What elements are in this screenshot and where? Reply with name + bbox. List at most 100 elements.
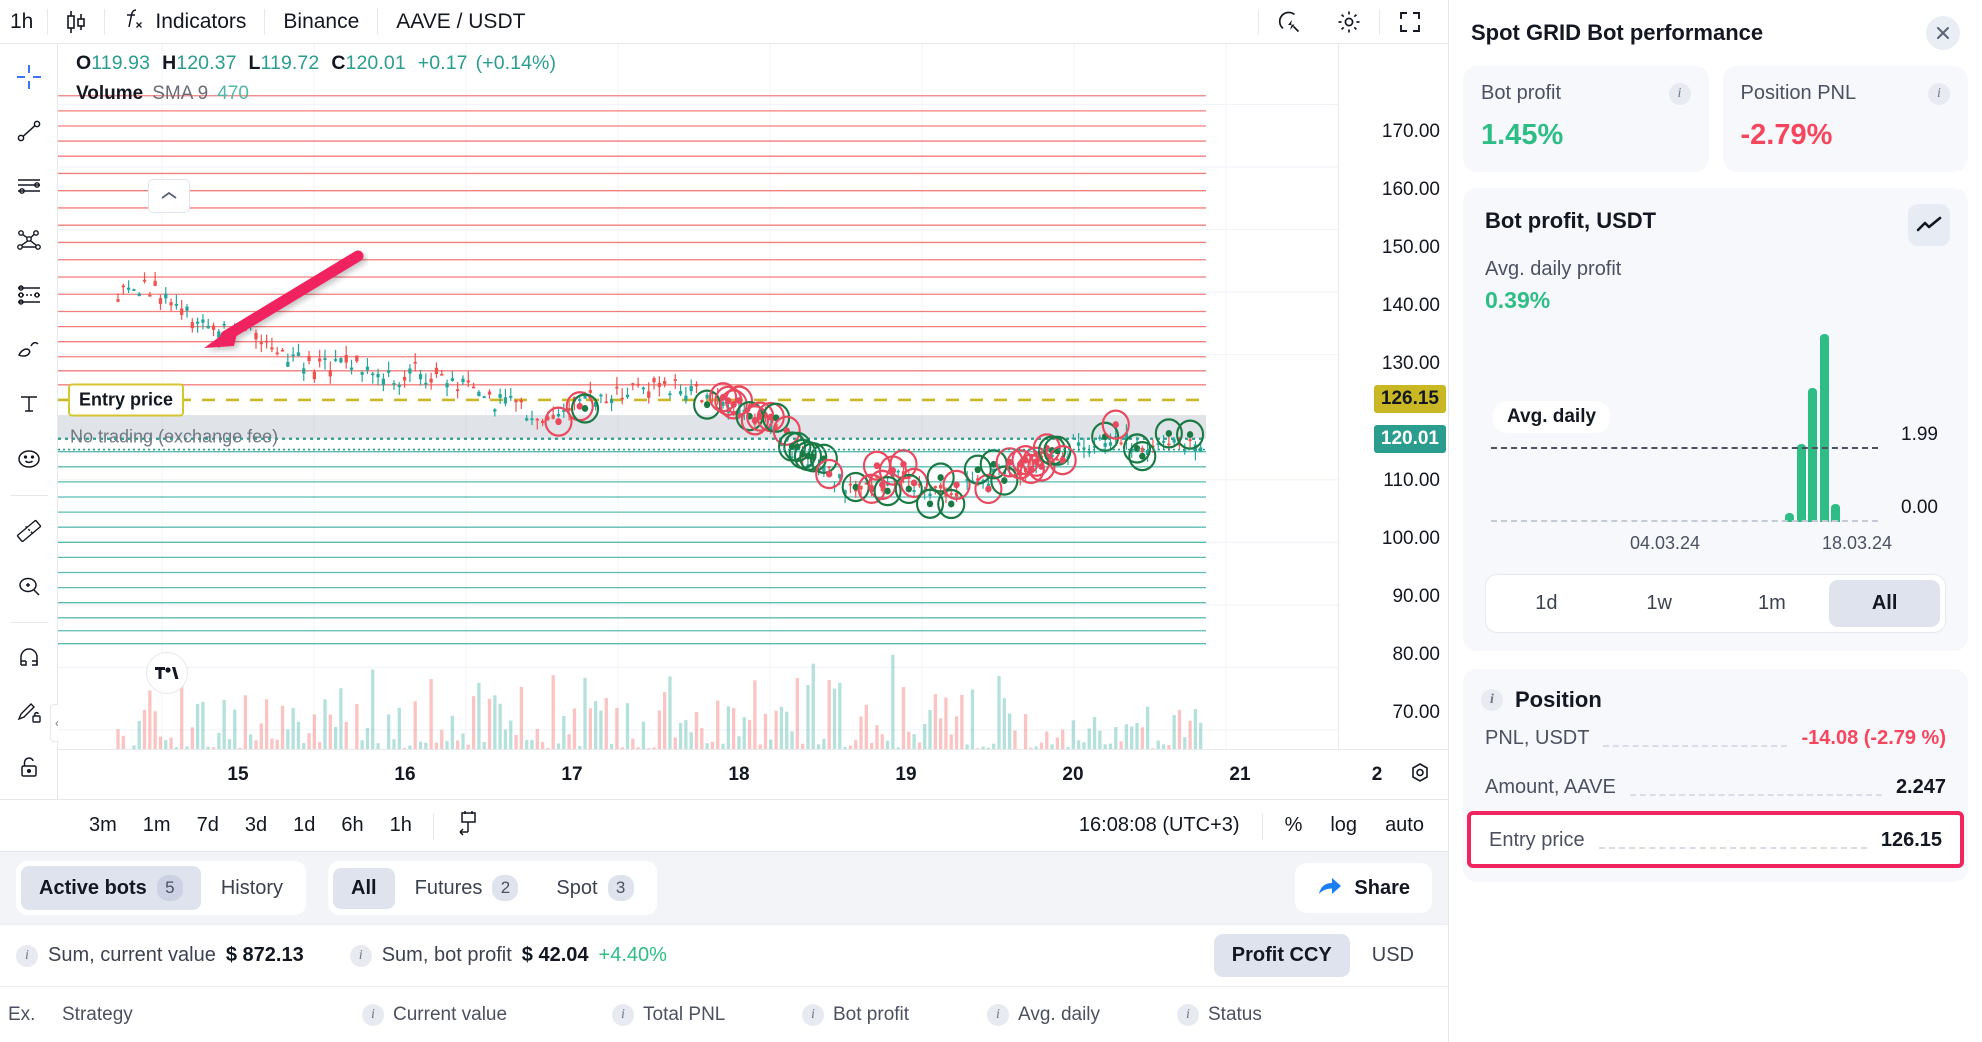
summary-bot-profit-label: Sum, bot profit bbox=[382, 944, 512, 967]
fullscreen-icon[interactable] bbox=[1380, 0, 1448, 44]
exchange-selector[interactable]: Binance bbox=[265, 0, 377, 44]
info-icon[interactable]: i bbox=[1669, 83, 1691, 105]
scale-log-button[interactable]: log bbox=[1316, 814, 1371, 837]
col-bot-profit[interactable]: i Bot profit bbox=[802, 1004, 987, 1026]
bots-summary-row: i Sum, current value $ 872.13 i Sum, bot… bbox=[0, 924, 1448, 986]
col-total-pnl[interactable]: i Total PNL bbox=[612, 1004, 802, 1026]
currency-toggle: Profit CCY USD bbox=[1214, 934, 1432, 977]
tab-active-bots[interactable]: Active bots 5 bbox=[21, 866, 201, 910]
magnet-icon[interactable] bbox=[6, 635, 52, 681]
info-icon[interactable]: i bbox=[362, 1004, 384, 1026]
interval-selector[interactable]: 1h bbox=[0, 0, 47, 44]
interval-3m[interactable]: 3m bbox=[76, 814, 130, 837]
kpi-position-pnl-value: -2.79% bbox=[1741, 119, 1951, 152]
filter-all[interactable]: All bbox=[333, 868, 395, 909]
emoji-icon[interactable] bbox=[6, 436, 52, 482]
range-1m[interactable]: 1m bbox=[1717, 580, 1828, 627]
info-icon[interactable]: i bbox=[612, 1004, 634, 1026]
range-1w[interactable]: 1w bbox=[1604, 580, 1715, 627]
brush-icon[interactable] bbox=[6, 327, 52, 373]
interval-6h[interactable]: 6h bbox=[328, 814, 376, 837]
close-icon[interactable] bbox=[1926, 16, 1960, 50]
zoom-in-icon[interactable] bbox=[6, 563, 52, 609]
stay-in-drawing-mode-icon[interactable] bbox=[6, 690, 52, 736]
interval-1h[interactable]: 1h bbox=[377, 814, 425, 837]
divider bbox=[433, 813, 434, 839]
summary-current-value-label: Sum, current value bbox=[48, 944, 216, 967]
interval-3d[interactable]: 3d bbox=[232, 814, 280, 837]
chart-column: 1h Indicators Binance bbox=[0, 0, 1448, 1042]
clock-icon[interactable] bbox=[1406, 760, 1434, 793]
lock-icon[interactable] bbox=[6, 745, 52, 791]
share-arrow-icon bbox=[1317, 874, 1343, 902]
kpi-position-pnl: Position PNL i -2.79% bbox=[1723, 66, 1969, 172]
currency-usd[interactable]: USD bbox=[1354, 934, 1432, 977]
filter-spot[interactable]: Spot 3 bbox=[538, 866, 651, 910]
interval-7d[interactable]: 7d bbox=[184, 814, 232, 837]
legend-collapse-button[interactable] bbox=[148, 179, 190, 213]
time-tick: 21 bbox=[1229, 764, 1250, 786]
entry-price-flag: Entry price bbox=[68, 383, 184, 416]
position-title: Position bbox=[1515, 687, 1602, 713]
symbol-selector[interactable]: AAVE / USDT bbox=[378, 0, 543, 44]
price-tick: 130.00 bbox=[1382, 353, 1440, 375]
chart-region: ‹ O119.93 H120.37 L119.72 C120.01 +0.17 … bbox=[0, 44, 1448, 799]
chart-canvas[interactable]: O119.93 H120.37 L119.72 C120.01 +0.17 (+… bbox=[58, 44, 1448, 799]
scale-percent-button[interactable]: % bbox=[1271, 814, 1317, 837]
interval-1d[interactable]: 1d bbox=[280, 814, 328, 837]
scale-auto-button[interactable]: auto bbox=[1371, 814, 1448, 837]
time-tick: 16 bbox=[394, 764, 415, 786]
info-icon[interactable]: i bbox=[1177, 1004, 1199, 1026]
summary-bot-profit: i Sum, bot profit $ 42.04 +4.40% bbox=[350, 944, 667, 967]
entry-price-badge: 126.15 bbox=[1374, 385, 1446, 413]
crosshair-icon[interactable] bbox=[6, 54, 52, 100]
info-icon[interactable]: i bbox=[1928, 83, 1950, 105]
interval-1m[interactable]: 1m bbox=[130, 814, 184, 837]
trend-line-icon[interactable] bbox=[6, 109, 52, 155]
price-axis[interactable]: 170.00 160.00 150.00 140.00 130.00 126.1… bbox=[1338, 44, 1448, 799]
filter-futures-count: 2 bbox=[492, 875, 518, 901]
info-icon[interactable]: i bbox=[1481, 689, 1503, 711]
kpi-bot-profit: Bot profit i 1.45% bbox=[1463, 66, 1709, 172]
line-chart-icon[interactable] bbox=[1908, 204, 1950, 246]
mini-chart-bar bbox=[1797, 444, 1806, 522]
candlestick-icon[interactable] bbox=[48, 0, 104, 44]
col-current-value-label: Current value bbox=[393, 1004, 507, 1026]
gear-icon[interactable] bbox=[1319, 0, 1379, 44]
col-status[interactable]: i Status bbox=[1177, 1004, 1262, 1026]
time-axis[interactable]: 15 16 17 18 19 20 21 2 bbox=[58, 749, 1448, 799]
col-strategy[interactable]: Strategy bbox=[62, 1004, 362, 1026]
fib-retracement-icon[interactable] bbox=[6, 272, 52, 318]
tab-history-label: History bbox=[221, 877, 283, 900]
price-tick: 170.00 bbox=[1382, 121, 1440, 143]
range-1d[interactable]: 1d bbox=[1491, 580, 1602, 627]
share-button[interactable]: Share bbox=[1295, 863, 1432, 913]
tab-history[interactable]: History bbox=[203, 868, 301, 909]
horizontal-lines-icon[interactable] bbox=[6, 163, 52, 209]
indicators-button[interactable]: Indicators bbox=[105, 0, 264, 44]
range-all[interactable]: All bbox=[1829, 580, 1940, 627]
info-icon[interactable]: i bbox=[987, 1004, 1009, 1026]
pitchfork-icon[interactable] bbox=[6, 218, 52, 264]
mini-chart-bar bbox=[1820, 334, 1829, 522]
kpi-position-pnl-label: Position PNL bbox=[1741, 82, 1857, 105]
panel-header: Spot GRID Bot performance bbox=[1463, 0, 1968, 66]
filter-futures[interactable]: Futures 2 bbox=[397, 866, 537, 910]
lightning-search-icon[interactable] bbox=[1259, 0, 1319, 44]
measure-ruler-icon[interactable] bbox=[6, 508, 52, 554]
summary-current-value: i Sum, current value $ 872.13 bbox=[16, 944, 304, 967]
info-icon[interactable]: i bbox=[802, 1004, 824, 1026]
col-avg-daily-label: Avg. daily bbox=[1018, 1004, 1100, 1026]
col-current-value[interactable]: i Current value bbox=[362, 1004, 612, 1026]
info-icon[interactable]: i bbox=[16, 945, 38, 967]
price-tick: 70.00 bbox=[1392, 702, 1440, 724]
position-header: i Position bbox=[1481, 687, 1950, 713]
text-tool-icon[interactable] bbox=[6, 381, 52, 427]
col-exchange[interactable]: Ex. bbox=[0, 1004, 62, 1026]
info-icon[interactable]: i bbox=[350, 945, 372, 967]
goto-date-icon[interactable] bbox=[442, 809, 494, 843]
col-avg-daily[interactable]: i Avg. daily bbox=[987, 1004, 1177, 1026]
currency-profit-ccy[interactable]: Profit CCY bbox=[1214, 934, 1350, 977]
chart-clock-time[interactable]: 16:08:08 (UTC+3) bbox=[1065, 814, 1254, 837]
col-status-label: Status bbox=[1208, 1004, 1262, 1026]
